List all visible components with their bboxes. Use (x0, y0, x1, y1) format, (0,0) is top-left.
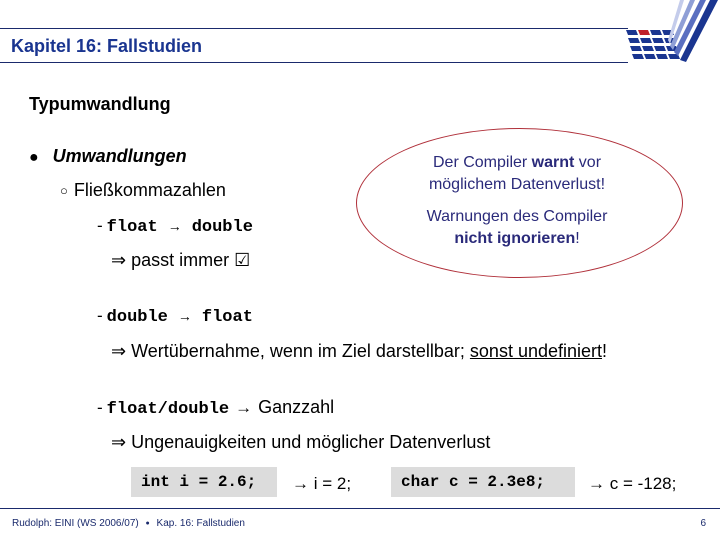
implication-text-end: ! (602, 341, 608, 361)
page-number: 6 (700, 518, 706, 529)
result-int: → i = 2; (292, 474, 352, 493)
implication-wertuebernahme: ⇒ Wertübernahme, wenn im Ziel darstellba… (111, 341, 607, 362)
type-from: float (106, 218, 158, 237)
dash-marker: - (97, 216, 103, 235)
footer-course: Rudolph: EINI (WS 2006/07) (12, 518, 139, 529)
bullet-label: Umwandlungen (52, 146, 187, 166)
bullet-marker: ● (29, 149, 39, 166)
type-to: double (191, 218, 253, 237)
implication-text: Wertübernahme, wenn im Ziel darstellbar; (131, 341, 470, 361)
implication-ungenauigkeiten: ⇒ Ungenauigkeiten und möglicher Datenver… (111, 432, 490, 453)
section-title: Typumwandlung (29, 94, 171, 114)
callout-warning-line1: Der Compiler warnt vor möglichem Datenve… (372, 152, 662, 196)
footer-rule (0, 508, 720, 509)
footer-chapter: Kap. 16: Fallstudien (156, 518, 245, 529)
conversion-float-double-to-integer: - float/double → Ganzzahl (97, 397, 334, 419)
page-title: Kapitel 16: Fallstudien (11, 36, 203, 56)
checkbox-checked-icon: ☑ (234, 250, 251, 270)
callout-text: Der Compiler (432, 154, 532, 171)
conversion-float-to-double: - float → double (97, 216, 253, 237)
arrow-icon: → (235, 398, 253, 417)
callout-text: möglichem Datenverlust! (428, 176, 606, 193)
university-logo-icon (618, 0, 718, 68)
type-to: float (201, 308, 253, 327)
type-from: float/double (106, 400, 230, 419)
implies-icon: ⇒ (111, 250, 127, 270)
result-char: → c = -128; (588, 474, 677, 493)
implication-passt-immer: ⇒ passt immer ☑ (111, 250, 250, 271)
callout-text: vor (574, 154, 602, 171)
sub-bullet-fliesskommazahlen: ○ Fließkommazahlen (60, 180, 226, 201)
callout-ellipse (356, 128, 683, 278)
implication-text-underlined: sonst undefiniert (469, 341, 603, 361)
implies-icon: ⇒ (111, 432, 127, 452)
sub-bullet-marker: ○ (60, 183, 68, 198)
conversion-double-to-float: - double → float (97, 306, 253, 327)
callout-warning-line2: Warnungen des Compiler nicht ignorieren! (372, 206, 662, 250)
callout-emphasis: warnt (531, 154, 575, 171)
code-example-int: int i = 2.6; (131, 467, 277, 497)
footer-text: Rudolph: EINI (WS 2006/07) ● Kap. 16: Fa… (12, 518, 245, 529)
header-bottom-rule (0, 62, 628, 63)
type-to: Ganzzahl (258, 397, 335, 417)
callout-emphasis: nicht ignorieren (454, 230, 576, 247)
implication-text: Ungenauigkeiten und möglicher Datenverlu… (131, 432, 491, 452)
dash-marker: - (97, 306, 103, 325)
header-top-rule (0, 28, 628, 29)
arrow-icon: → (177, 308, 192, 324)
sub-bullet-label: Fließkommazahlen (73, 180, 226, 200)
type-from: double (106, 308, 168, 327)
implies-icon: ⇒ (111, 341, 127, 361)
dash-marker: - (97, 398, 103, 417)
implication-text: passt immer (131, 250, 230, 270)
bullet-umwandlungen: ● Umwandlungen (29, 146, 187, 167)
footer-separator: ● (145, 520, 150, 527)
code-example-char: char c = 2.3e8; (391, 467, 575, 497)
callout-text: Warnungen des Compiler (426, 208, 608, 225)
arrow-icon: → (167, 218, 182, 234)
callout-text: ! (575, 230, 580, 247)
